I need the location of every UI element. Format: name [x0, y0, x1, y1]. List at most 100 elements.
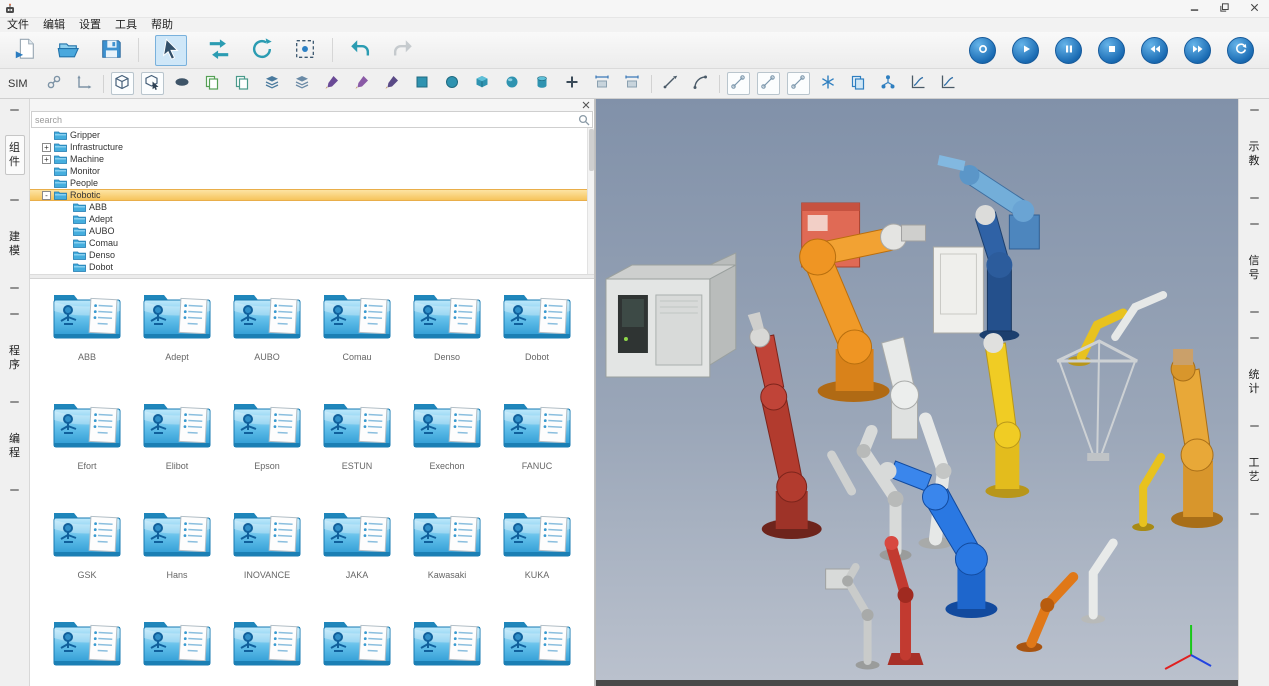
layers-icon[interactable]	[261, 72, 284, 95]
tree-item[interactable]: Monitor	[30, 165, 594, 177]
brush-tool-icon-1[interactable]	[321, 72, 344, 95]
component-folder[interactable]: Elibot	[136, 392, 218, 495]
tree-item[interactable]: Denso	[30, 249, 594, 261]
component-folder[interactable]: ABB	[46, 283, 128, 386]
splitter-handle[interactable]	[1250, 337, 1259, 339]
solid-circle-icon[interactable]	[441, 72, 464, 95]
minimize-button[interactable]	[1179, 0, 1209, 17]
tree-item[interactable]: + Machine	[30, 153, 594, 165]
wireframe-box-icon[interactable]	[111, 72, 134, 95]
component-folder[interactable]	[496, 610, 578, 686]
component-folder[interactable]	[46, 610, 128, 686]
ellipse-visibility-icon[interactable]	[171, 72, 194, 95]
splitter-handle[interactable]	[10, 401, 19, 403]
tree-item[interactable]: Adept	[30, 213, 594, 225]
undo-icon[interactable]	[344, 35, 376, 66]
splitter-handle[interactable]	[10, 109, 19, 111]
tree-scrollbar[interactable]	[587, 128, 594, 274]
tab-modeling[interactable]: 建模	[5, 225, 25, 263]
solid-sphere-icon[interactable]	[501, 72, 524, 95]
component-folder[interactable]: AUBO	[226, 283, 308, 386]
step-back-button[interactable]	[1141, 37, 1168, 64]
splitter-handle[interactable]	[1250, 223, 1259, 225]
collision-check-icon[interactable]	[817, 72, 840, 95]
component-folder[interactable]: Comau	[316, 283, 398, 386]
brush-tool-icon-3[interactable]	[381, 72, 404, 95]
paste-icon[interactable]	[231, 72, 254, 95]
scrollbar-thumb[interactable]	[589, 129, 594, 171]
component-folder[interactable]: Hans	[136, 501, 218, 604]
splitter-handle[interactable]	[10, 287, 19, 289]
chart-tool-icon-1[interactable]	[907, 72, 930, 95]
line-draw-icon[interactable]	[659, 72, 682, 95]
record-button[interactable]	[969, 37, 996, 64]
play-button[interactable]	[1012, 37, 1039, 64]
component-folder[interactable]: ESTUN	[316, 392, 398, 495]
toolbar-separator[interactable]	[651, 75, 652, 93]
step-forward-button[interactable]	[1184, 37, 1211, 64]
splitter-handle[interactable]	[1250, 425, 1259, 427]
measure-tool-icon-1[interactable]	[591, 72, 614, 95]
chart-tool-icon-2[interactable]	[937, 72, 960, 95]
maximize-button[interactable]	[1209, 0, 1239, 17]
splitter-handle[interactable]	[1250, 311, 1259, 313]
menu-item[interactable]: 文件	[0, 18, 36, 32]
3d-scene[interactable]	[596, 99, 1238, 680]
component-folder[interactable]	[136, 610, 218, 686]
solid-cylinder-icon[interactable]	[531, 72, 554, 95]
frame-tool-icon-3[interactable]	[787, 72, 810, 95]
component-folder[interactable]	[406, 610, 488, 686]
measure-tool-icon-2[interactable]	[621, 72, 644, 95]
solid-square-icon[interactable]	[411, 72, 434, 95]
frame-tool-icon-1[interactable]	[727, 72, 750, 95]
menu-item[interactable]: 编辑	[36, 18, 72, 32]
component-folder[interactable]: KUKA	[496, 501, 578, 604]
duplicate-icon[interactable]	[847, 72, 870, 95]
toolbar-separator[interactable]	[332, 38, 333, 62]
fit-view-icon[interactable]	[289, 35, 321, 66]
tree-item[interactable]: Gripper	[30, 129, 594, 141]
swap-arrows-icon[interactable]	[203, 35, 235, 66]
component-folder[interactable]: Efort	[46, 392, 128, 495]
menu-item[interactable]: 设置	[72, 18, 108, 32]
solid-cube-icon[interactable]	[471, 72, 494, 95]
tree-toggle-icon[interactable]: +	[42, 155, 51, 164]
tree-item[interactable]: ABB	[30, 201, 594, 213]
component-folder[interactable]: Adept	[136, 283, 218, 386]
component-folder[interactable]: JAKA	[316, 501, 398, 604]
tab-signal[interactable]: 信号	[1244, 249, 1264, 287]
toolbar-separator[interactable]	[138, 38, 139, 62]
attach-tool-icon[interactable]	[43, 72, 66, 95]
tree-item[interactable]: - Robotic	[30, 189, 594, 201]
coordinate-tool-icon[interactable]	[73, 72, 96, 95]
component-folder[interactable]: FANUC	[496, 392, 578, 495]
menu-item[interactable]: 帮助	[144, 18, 180, 32]
tab-statistics[interactable]: 统计	[1244, 363, 1264, 401]
search-input[interactable]	[32, 113, 576, 127]
frame-tool-icon-2[interactable]	[757, 72, 780, 95]
tab-programming[interactable]: 编程	[5, 427, 25, 465]
tree-item[interactable]: + Infrastructure	[30, 141, 594, 153]
tab-components[interactable]: 组件	[5, 135, 25, 175]
toolbar-separator[interactable]	[103, 75, 104, 93]
component-folder[interactable]: Epson	[226, 392, 308, 495]
tab-program[interactable]: 程序	[5, 339, 25, 377]
tree-item[interactable]: People	[30, 177, 594, 189]
new-file-icon[interactable]	[9, 35, 41, 66]
tree-toggle-icon[interactable]: +	[42, 143, 51, 152]
open-folder-icon[interactable]	[52, 35, 84, 66]
copy-icon[interactable]	[201, 72, 224, 95]
splitter-handle[interactable]	[10, 313, 19, 315]
splitter-handle[interactable]	[10, 199, 19, 201]
component-folder[interactable]: Kawasaki	[406, 501, 488, 604]
component-folder[interactable]: Denso	[406, 283, 488, 386]
loop-button[interactable]	[1227, 37, 1254, 64]
component-folder[interactable]: GSK	[46, 501, 128, 604]
brush-tool-icon-2[interactable]	[351, 72, 374, 95]
stop-button[interactable]	[1098, 37, 1125, 64]
splitter-handle[interactable]	[10, 489, 19, 491]
tree-item[interactable]: AUBO	[30, 225, 594, 237]
select-arrow-icon[interactable]	[155, 35, 187, 66]
arc-draw-icon[interactable]	[689, 72, 712, 95]
close-button[interactable]	[1239, 0, 1269, 17]
